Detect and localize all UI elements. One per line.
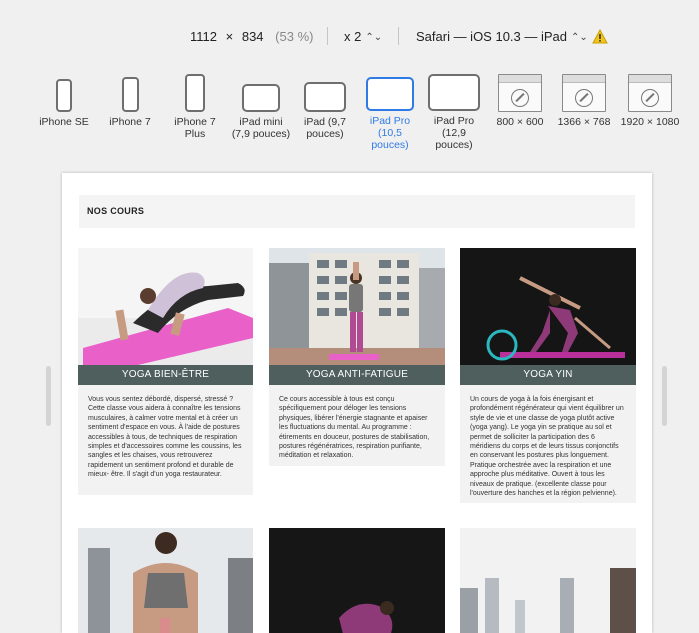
preview-viewport[interactable]: NOS COURS YOGA BIEN-ÊTRE Vous vous sente… [62, 173, 652, 633]
device-label: iPhone SE [39, 116, 89, 128]
scale-value: x 2 [344, 29, 362, 44]
device-ipad-mini[interactable]: iPad mini (7,9 pouces) [230, 72, 292, 140]
phone-icon [56, 79, 72, 112]
user-agent-value: Safari — iOS 10.3 — iPad [416, 29, 568, 44]
section-title: NOS COURS [79, 195, 635, 228]
course-description: Un cours de yoga à la fois énergisant et… [470, 396, 624, 498]
device-label: iPad Pro (10,5 pouces) [369, 115, 411, 151]
tablet-icon [428, 74, 480, 111]
viewport-width: 1112 [190, 29, 217, 44]
responsive-toolbar: 1112 × 834 (53 %) x 2 ⌃⌄ Safari — iOS 10.… [0, 0, 699, 75]
chevron-updown-icon: ⌃⌄ [571, 32, 588, 43]
device-iphone-7-plus[interactable]: iPhone 7 Plus [168, 72, 222, 140]
device-label: iPhone 7 [109, 116, 151, 128]
toolbar-divider [327, 27, 328, 45]
course-title: YOGA BIEN-ÊTRE [78, 365, 253, 385]
course-title: YOGA YIN [460, 365, 636, 385]
device-ipad-pro-12-9[interactable]: iPad Pro (12,9 pouces) [424, 72, 484, 151]
course-photo [269, 248, 445, 365]
viewport-dimensions: 1112 × 834 (53 %) [190, 29, 313, 44]
device-label: 1920 × 1080 [620, 116, 680, 128]
course-description: Ce cours accessible à tous est conçu spé… [279, 396, 430, 460]
viewport-percent: (53 %) [275, 29, 314, 44]
resize-handle-left[interactable] [46, 366, 51, 426]
device-1920x1080[interactable]: 1920 × 1080 [618, 72, 682, 128]
device-label: 1366 × 768 [557, 116, 611, 128]
viewport-height: 834 [241, 29, 264, 44]
chevron-updown-icon: ⌃⌄ [365, 32, 383, 43]
course-photo [269, 528, 445, 633]
course-photo [460, 528, 636, 633]
tablet-icon [242, 84, 280, 112]
device-iphone-se[interactable]: iPhone SE [38, 72, 90, 128]
course-photo [78, 528, 253, 633]
toolbar-divider [398, 27, 399, 45]
user-agent-selector[interactable]: Safari — iOS 10.3 — iPad ⌃⌄ [416, 29, 588, 44]
phone-icon [185, 74, 205, 112]
device-label: iPad mini (7,9 pouces) [231, 116, 291, 140]
course-card[interactable]: YOGA ANTI-FATIGUE Ce cours accessible à … [269, 248, 445, 466]
phone-icon [121, 77, 139, 112]
safari-window-icon [562, 74, 606, 112]
device-ipad-pro-10-5[interactable]: iPad Pro (10,5 pouces) [360, 72, 420, 151]
course-description: Vous vous sentez débordé, dispersé, stre… [88, 396, 242, 479]
scale-selector[interactable]: x 2 ⌃⌄ [344, 29, 382, 44]
tablet-icon [366, 77, 414, 111]
course-title: YOGA ANTI-FATIGUE [269, 365, 445, 385]
warning-triangle-icon[interactable] [592, 29, 608, 44]
safari-window-icon [498, 74, 542, 112]
course-photo [460, 248, 636, 365]
device-label: iPad Pro (12,9 pouces) [433, 115, 475, 151]
device-label: 800 × 600 [496, 116, 544, 128]
device-label: iPad (9,7 pouces) [303, 116, 347, 140]
device-iphone-7[interactable]: iPhone 7 [104, 72, 156, 128]
device-label: iPhone 7 Plus [174, 116, 216, 140]
course-card[interactable]: YOGA YIN Un cours de yoga à la fois éner… [460, 248, 636, 503]
device-ipad[interactable]: iPad (9,7 pouces) [292, 72, 358, 140]
device-1366x768[interactable]: 1366 × 768 [554, 72, 614, 128]
resize-handle-right[interactable] [662, 366, 667, 426]
course-card[interactable]: YOGA BIEN-ÊTRE Vous vous sentez débordé,… [78, 248, 253, 495]
safari-window-icon [628, 74, 672, 112]
dimension-separator: × [225, 29, 234, 44]
device-800x600[interactable]: 800 × 600 [492, 72, 548, 128]
course-photo [78, 248, 253, 365]
tablet-icon [304, 82, 346, 112]
